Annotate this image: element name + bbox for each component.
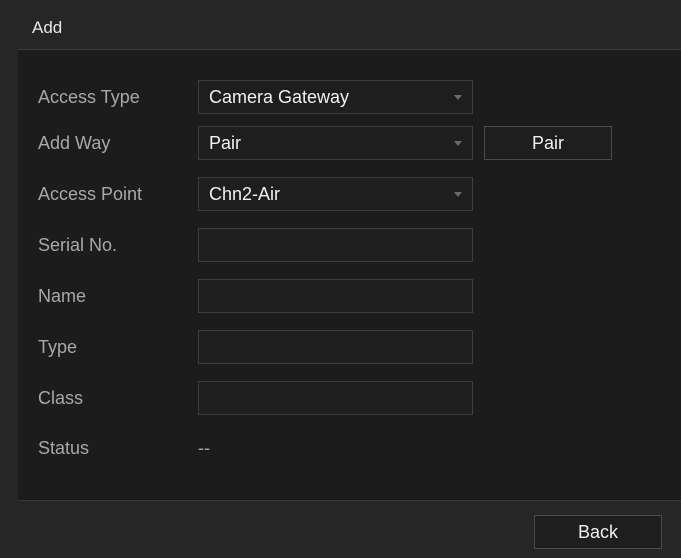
access-type-label: Access Type [38,87,140,107]
pair-button[interactable]: Pair [484,126,612,160]
access-type-value: Camera Gateway [209,87,350,107]
add-way-value: Pair [209,133,242,153]
dialog-title-bar: Add [18,8,681,50]
dialog-title: Add [32,18,63,37]
chevron-down-icon [454,95,462,100]
name-label: Name [38,286,87,306]
access-point-value: Chn2-Air [209,184,281,204]
access-point-row: Access Point Chn2-Air [18,177,681,211]
add-device-dialog: Add Access Type Camera Gateway Add Way P… [0,0,681,558]
type-field[interactable] [198,330,473,364]
serial-no-label: Serial No. [38,235,118,255]
access-type-row: Access Type Camera Gateway [18,80,681,114]
dialog-left-edge [0,8,18,558]
access-point-select[interactable]: Chn2-Air [198,177,473,211]
serial-no-row: Serial No. [18,228,681,262]
name-row: Name [18,279,681,313]
add-way-label: Add Way [38,133,111,153]
access-point-label: Access Point [38,184,143,204]
add-way-select[interactable]: Pair [198,126,473,160]
dialog-body: Access Type Camera Gateway Add Way Pair … [18,50,681,500]
back-button[interactable]: Back [534,515,662,549]
type-label: Type [38,337,78,357]
access-type-select[interactable]: Camera Gateway [198,80,473,114]
dialog-footer: Back [18,500,681,558]
status-label: Status [38,438,90,458]
class-row: Class [18,381,681,415]
chevron-down-icon [454,192,462,197]
add-way-row: Add Way Pair Pair [18,126,681,160]
status-value: -- [198,438,210,458]
name-field[interactable] [198,279,473,313]
chevron-down-icon [454,141,462,146]
serial-no-field[interactable] [198,228,473,262]
class-field[interactable] [198,381,473,415]
status-row: Status -- [18,431,681,465]
class-label: Class [38,388,84,408]
type-row: Type [18,330,681,364]
window-top-strip [0,0,681,8]
